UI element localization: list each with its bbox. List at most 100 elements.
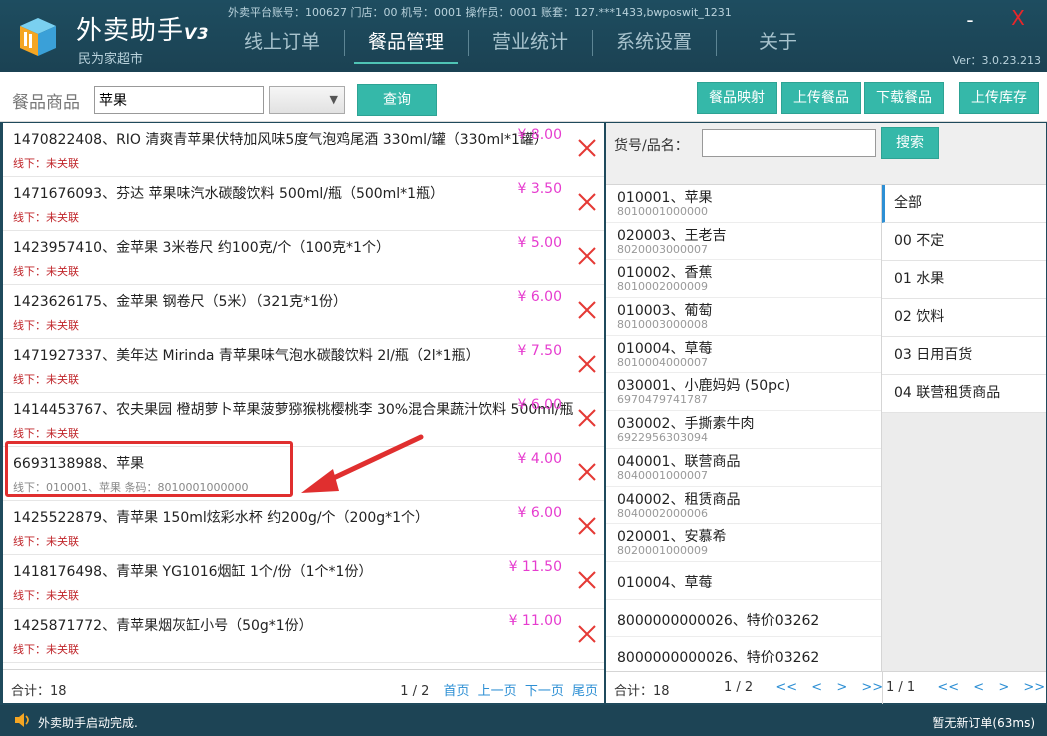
product-link-status: 线下：010001、苹果 条码：8010001000000	[13, 481, 249, 494]
delete-icon[interactable]	[576, 623, 598, 645]
last-page-link[interactable]: 尾页	[572, 684, 598, 699]
product-price: ¥ 3.50	[517, 181, 562, 197]
product-name: 6693138988、苹果	[13, 456, 145, 472]
category-next-page-button[interactable]: >	[998, 680, 1009, 695]
tab-online-orders[interactable]: 线上订单	[220, 22, 344, 66]
order-status: 暂无新订单(63ms)	[932, 716, 1035, 730]
goods-last-page-button[interactable]: >>	[861, 680, 883, 695]
product-search-input[interactable]	[94, 86, 264, 114]
category-item[interactable]: 全部	[882, 185, 1046, 223]
tab-business-stats[interactable]: 营业统计	[468, 22, 592, 66]
delete-icon[interactable]	[576, 245, 598, 267]
product-row[interactable]: 1423626175、金苹果 钢卷尺（5米）（321克*1份） 线下：未关联 ¥ 6…	[3, 285, 604, 339]
goods-barcode: 8040001000007	[617, 468, 708, 482]
product-price: ¥ 5.00	[517, 235, 562, 251]
category-item[interactable]: 04 联营租赁商品	[882, 375, 1046, 413]
category-item[interactable]: 00 不定	[882, 223, 1046, 261]
category-item[interactable]: 03 日用百货	[882, 337, 1046, 375]
goods-barcode: 6922956303094	[617, 431, 708, 445]
category-last-page-button[interactable]: >>	[1023, 680, 1045, 695]
tab-menu-management[interactable]: 餐品管理	[344, 22, 468, 66]
prev-page-link[interactable]: 上一页	[478, 684, 517, 699]
menu-mapping-button[interactable]: 餐品映射	[697, 82, 777, 114]
download-menu-button[interactable]: 下载餐品	[864, 82, 944, 114]
goods-row[interactable]: 010001、苹果 8010001000000	[606, 185, 881, 223]
goods-row[interactable]: 030001、小鹿妈妈 (50pc) 6970479741787	[606, 373, 881, 412]
minimize-button[interactable]: -	[960, 8, 980, 32]
product-row[interactable]: 1471676093、芬达 苹果味汽水碳酸饮料 500ml/瓶（500ml*1瓶…	[3, 177, 604, 231]
product-name: 1423957410、金苹果 3米卷尺 约100克/个（100克*1个）	[13, 240, 390, 256]
product-price: ¥ 11.00	[508, 613, 562, 629]
offline-goods-panel: 货号/品名： 搜索 010001、苹果 8010001000000 020003、王…	[606, 123, 1046, 704]
product-price: ¥ 6.00	[517, 289, 562, 305]
goods-row[interactable]: 030002、手撕素牛肉 6922956303094	[606, 411, 881, 449]
goods-row[interactable]: 020003、王老吉 8020003000007	[606, 223, 881, 261]
category-select[interactable]: ▼	[269, 86, 345, 114]
goods-first-page-button[interactable]: <<	[775, 680, 797, 695]
goods-search-button[interactable]: 搜索	[881, 127, 939, 159]
goods-next-page-button[interactable]: >	[836, 680, 847, 695]
category-item[interactable]: 01 水果	[882, 261, 1046, 299]
app-title-text: 外卖助手	[76, 16, 185, 46]
version-label: Ver：3.0.23.213	[952, 54, 1041, 67]
app-logo-icon	[20, 18, 56, 56]
product-price: ¥ 8.00	[517, 127, 562, 143]
goods-row[interactable]: 040001、联营商品 8040001000007	[606, 449, 881, 487]
close-button[interactable]: X	[1008, 6, 1028, 30]
goods-row[interactable]: 010003、葡萄 8010003000008	[606, 298, 881, 336]
product-row[interactable]: 1470822408、RIO 清爽青苹果伏特加风味5度气泡鸡尾酒 330ml/罐…	[3, 123, 604, 177]
query-button[interactable]: 查询	[357, 84, 437, 116]
goods-name: 030001、小鹿妈妈 (50pc)	[617, 378, 791, 395]
category-first-page-button[interactable]: <<	[937, 680, 959, 695]
goods-search-input[interactable]	[702, 129, 876, 157]
goods-row[interactable]: 020001、安慕希 8020001000009	[606, 524, 881, 562]
product-link-status: 线下：未关联	[13, 211, 79, 224]
upload-menu-button[interactable]: 上传餐品	[781, 82, 861, 114]
delete-icon[interactable]	[576, 191, 598, 213]
goods-row[interactable]: 8000000000026、特价03262	[606, 600, 881, 638]
goods-row[interactable]: 010002、香蕉 8010002000009	[606, 260, 881, 299]
product-row[interactable]: 1471927337、美年达 Mirinda 青苹果味气泡水碳酸饮料 2l/瓶（…	[3, 339, 604, 393]
tab-about[interactable]: 关于	[716, 22, 840, 66]
product-link-status: 线下：未关联	[13, 643, 79, 656]
delete-icon[interactable]	[576, 407, 598, 429]
goods-row[interactable]: 8000000000026、特价03262	[606, 637, 881, 671]
delete-icon[interactable]	[576, 137, 598, 159]
category-prev-page-button[interactable]: <	[973, 680, 984, 695]
upload-stock-button[interactable]: 上传库存	[959, 82, 1039, 114]
delete-icon[interactable]	[576, 299, 598, 321]
app-version-badge: V3	[184, 24, 210, 43]
product-row[interactable]: 6693138988、苹果线下：010001、苹果 条码：80100010000…	[3, 447, 604, 501]
goods-barcode: 8010001000000	[617, 205, 708, 218]
account-info: 外卖平台账号：100627 门店：00 机号：0001 操作员：0001 账套：…	[228, 6, 732, 19]
product-price: ¥ 4.00	[517, 451, 562, 467]
delete-icon[interactable]	[576, 569, 598, 591]
product-name: 1414453767、农夫果园 橙胡萝卜苹果菠萝猕猴桃樱桃李 30%混合果蔬汁饮…	[13, 402, 574, 418]
product-name: 1471676093、芬达 苹果味汽水碳酸饮料 500ml/瓶（500ml*1瓶…	[13, 186, 445, 202]
goods-row[interactable]: 010004、草莓 8010004000007	[606, 336, 881, 374]
goods-total: 合计：18	[614, 684, 670, 699]
first-page-link[interactable]: 首页	[444, 684, 470, 699]
next-page-link[interactable]: 下一页	[525, 684, 564, 699]
category-item[interactable]: 02 饮料	[882, 299, 1046, 337]
delete-icon[interactable]	[576, 353, 598, 375]
product-row[interactable]: 1423957410、金苹果 3米卷尺 约100克/个（100克*1个） 线下：未…	[3, 231, 604, 285]
product-link-status: 线下：未关联	[13, 265, 79, 278]
delete-icon[interactable]	[576, 515, 598, 537]
offline-goods-list: 010001、苹果 8010001000000 020003、王老吉 80200030…	[606, 185, 882, 671]
goods-row[interactable]: 040002、租赁商品 8040002000006	[606, 487, 881, 525]
goods-name: 040001、联营商品	[617, 453, 741, 470]
product-row[interactable]: 1425522879、青苹果 150ml炫彩水杯 约200g/个（200g*1个…	[3, 501, 604, 555]
goods-search-label: 货号/品名：	[614, 138, 689, 154]
product-price: ¥ 7.50	[517, 343, 562, 359]
store-name: 民为家超市	[78, 52, 144, 67]
category-page-number: 1 / 1	[886, 680, 916, 695]
delete-icon[interactable]	[576, 461, 598, 483]
tab-system-settings[interactable]: 系统设置	[592, 22, 716, 66]
goods-prev-page-button[interactable]: <	[811, 680, 822, 695]
product-row[interactable]: 1418176498、青苹果 YG1016烟缸 1个/份（1个*1份） 线下：未关…	[3, 555, 604, 609]
product-row[interactable]: 1414453767、农夫果园 橙胡萝卜苹果菠萝猕猴桃樱桃李 30%混合果蔬汁饮…	[3, 393, 604, 447]
speaker-icon	[15, 713, 29, 727]
goods-row[interactable]: 010004、草莓	[606, 562, 881, 600]
product-row[interactable]: 1425871772、青苹果烟灰缸小号（50g*1份） 线下：未关联 ¥ 11.00	[3, 609, 604, 663]
